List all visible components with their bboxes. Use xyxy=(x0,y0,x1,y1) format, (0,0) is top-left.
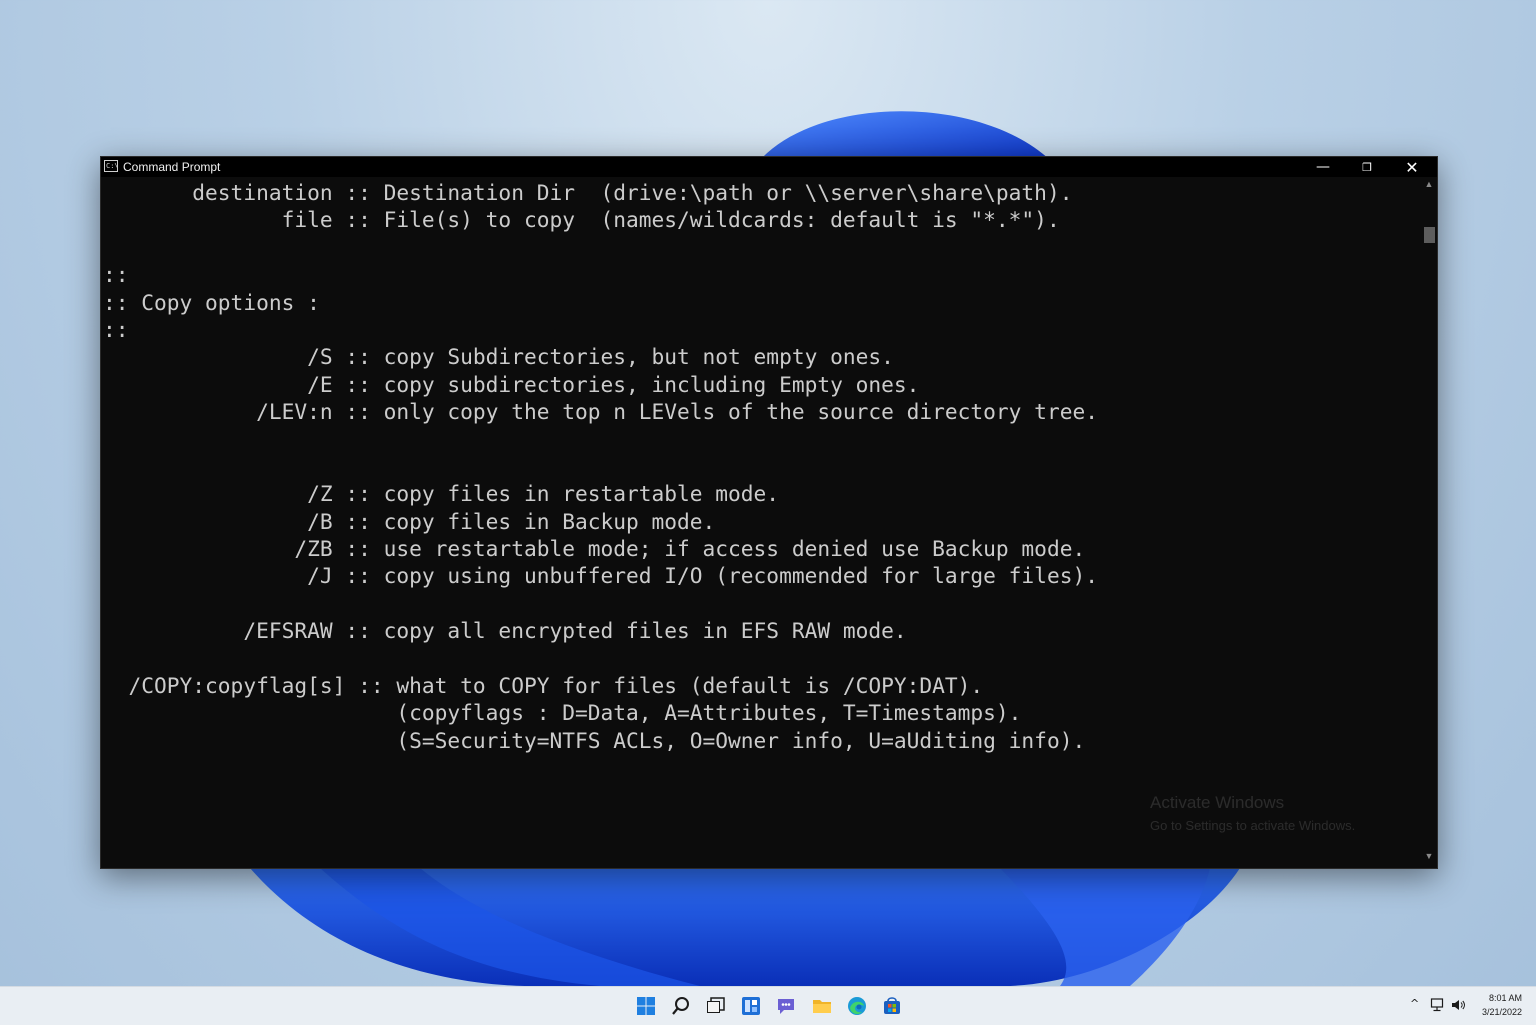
edge-browser-icon[interactable] xyxy=(846,995,868,1017)
maximize-button[interactable]: ❐ xyxy=(1345,157,1389,177)
console-line: /ZB :: use restartable mode; if access d… xyxy=(103,536,1086,562)
file-explorer-icon[interactable] xyxy=(811,995,833,1017)
console-line: /Z :: copy files in restartable mode. xyxy=(103,481,780,507)
watermark-subtitle: Go to Settings to activate Windows. xyxy=(1150,818,1356,833)
console-output[interactable]: destination :: Destination Dir (drive:\p… xyxy=(103,179,1419,865)
title-bar[interactable]: C:\ Command Prompt — ❐ ✕ xyxy=(101,157,1437,177)
taskbar: ^ 8:01 AM 3/21/2022 xyxy=(0,986,1536,1025)
console-line: /COPY:copyflag[s] :: what to COPY for fi… xyxy=(103,673,984,699)
clock-date[interactable]: 3/21/2022 xyxy=(1474,1007,1522,1017)
volume-icon[interactable] xyxy=(1450,997,1466,1013)
network-icon[interactable] xyxy=(1430,997,1446,1013)
command-prompt-window: C:\ Command Prompt — ❐ ✕ destination :: … xyxy=(100,156,1438,869)
console-line: (copyflags : D=Data, A=Attributes, T=Tim… xyxy=(103,700,1022,726)
scroll-up-arrow[interactable]: ▲ xyxy=(1423,179,1435,193)
console-line: /B :: copy files in Backup mode. xyxy=(103,508,716,534)
console-line: destination :: Destination Dir (drive:\p… xyxy=(103,180,1073,205)
console-line: :: xyxy=(103,316,129,342)
minimize-button[interactable]: — xyxy=(1301,157,1345,177)
scroll-thumb[interactable] xyxy=(1424,227,1435,243)
window-title: Command Prompt xyxy=(123,160,221,174)
vertical-scrollbar[interactable]: ▲ ▼ xyxy=(1421,179,1437,867)
console-line: :: xyxy=(103,262,129,288)
console-line: :: Copy options : xyxy=(103,289,320,315)
console-line: /S :: copy Subdirectories, but not empty… xyxy=(103,344,894,370)
console-line: /E :: copy subdirectories, including Emp… xyxy=(103,371,920,397)
console-line: /LEV:n :: only copy the top n LEVels of … xyxy=(103,399,1098,425)
widgets-icon[interactable] xyxy=(740,995,762,1017)
microsoft-store-icon[interactable] xyxy=(881,995,903,1017)
task-view-icon[interactable] xyxy=(704,995,726,1017)
teams-chat-icon[interactable] xyxy=(775,995,797,1017)
windows-start-icon[interactable] xyxy=(635,995,657,1017)
search-icon[interactable] xyxy=(670,995,692,1017)
clock-time[interactable]: 8:01 AM xyxy=(1474,993,1522,1003)
console-line: /J :: copy using unbuffered I/O (recomme… xyxy=(103,563,1098,589)
close-button[interactable]: ✕ xyxy=(1390,157,1434,177)
console-line: file :: File(s) to copy (names/wildcards… xyxy=(103,207,1060,233)
console-line: /EFSRAW :: copy all encrypted files in E… xyxy=(103,618,907,644)
console-line: (S=Security=NTFS ACLs, O=Owner info, U=a… xyxy=(103,727,1086,753)
activate-windows-watermark: Activate Windows Go to Settings to activ… xyxy=(1150,793,1355,833)
tray-chevron-icon[interactable]: ^ xyxy=(1410,997,1419,1010)
cmd-icon: C:\ xyxy=(104,160,119,172)
scroll-down-arrow[interactable]: ▼ xyxy=(1423,851,1435,865)
watermark-title: Activate Windows xyxy=(1150,793,1285,812)
